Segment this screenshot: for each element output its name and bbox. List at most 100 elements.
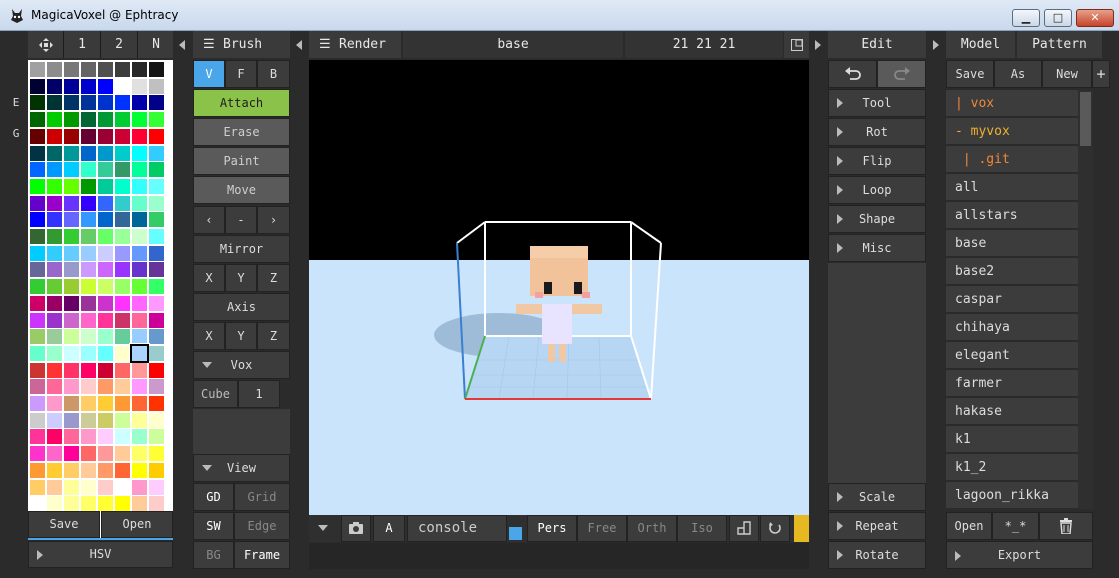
- file-list-item[interactable]: farmer: [946, 370, 1078, 397]
- palette-swatch[interactable]: [149, 462, 164, 478]
- palette-swatch[interactable]: [30, 295, 45, 311]
- palette-swatch[interactable]: [47, 312, 62, 328]
- 3d-viewport[interactable]: [309, 60, 809, 515]
- palette-swatch[interactable]: [149, 496, 164, 512]
- mirror-z-button[interactable]: Z: [257, 264, 290, 292]
- palette-swatch[interactable]: [115, 396, 130, 411]
- nudge-right-button[interactable]: ›: [257, 206, 290, 234]
- palette-swatch[interactable]: [81, 145, 96, 161]
- palette-swatch[interactable]: [30, 95, 45, 111]
- palette-tab-2[interactable]: 2: [101, 31, 137, 58]
- palette-swatch[interactable]: [30, 396, 45, 411]
- palette-swatch[interactable]: [132, 95, 147, 111]
- palette-swatch[interactable]: [47, 462, 62, 478]
- palette-swatch[interactable]: [30, 229, 45, 244]
- redo-button[interactable]: [877, 60, 926, 88]
- palette-swatch[interactable]: [115, 145, 130, 161]
- mirror-x-button[interactable]: X: [193, 264, 225, 292]
- palette-swatch[interactable]: [30, 496, 45, 512]
- palette-swatch[interactable]: [149, 245, 164, 261]
- palette-swatch[interactable]: [98, 229, 113, 244]
- palette-swatch[interactable]: [81, 479, 96, 495]
- nudge-minus-button[interactable]: -: [225, 206, 257, 234]
- palette-swatch[interactable]: [132, 429, 147, 445]
- mode-face-button[interactable]: F: [225, 60, 257, 88]
- palette-swatch[interactable]: [149, 396, 164, 411]
- palette-swatch[interactable]: [30, 329, 45, 345]
- palette-swatch[interactable]: [81, 312, 96, 328]
- mode-box-button[interactable]: B: [257, 60, 290, 88]
- palette-swatch[interactable]: [30, 462, 45, 478]
- projection-free-button[interactable]: Free: [577, 515, 627, 542]
- palette-swatch[interactable]: [47, 195, 62, 211]
- palette-swatch[interactable]: [149, 212, 164, 228]
- edit-item-tool[interactable]: Tool: [828, 89, 926, 117]
- palette-swatch[interactable]: [98, 396, 113, 411]
- palette-swatch[interactable]: [64, 162, 79, 178]
- palette-swatch[interactable]: [132, 212, 147, 228]
- palette-swatch[interactable]: [47, 145, 62, 161]
- resize-button[interactable]: [784, 31, 809, 58]
- palette-swatch[interactable]: [81, 95, 96, 111]
- palette-swatch[interactable]: [47, 62, 62, 77]
- projection-iso-button[interactable]: Iso: [677, 515, 727, 542]
- palette-swatch[interactable]: [64, 112, 79, 128]
- edit-item-misc[interactable]: Misc: [828, 234, 926, 262]
- close-button[interactable]: ✕: [1076, 9, 1114, 27]
- palette-swatch[interactable]: [47, 479, 62, 495]
- palette-swatch[interactable]: [149, 279, 164, 295]
- palette-swatch[interactable]: [149, 178, 164, 194]
- palette-swatch[interactable]: [47, 362, 62, 378]
- palette-swatch[interactable]: [115, 229, 130, 244]
- palette-swatch[interactable]: [115, 262, 130, 278]
- model-name-field[interactable]: base: [403, 31, 623, 58]
- palette-swatch[interactable]: [115, 479, 130, 495]
- palette-tab-n[interactable]: N: [138, 31, 174, 58]
- attach-button[interactable]: Attach: [193, 89, 290, 117]
- palette-swatch[interactable]: [47, 329, 62, 345]
- palette-swatch[interactable]: [30, 195, 45, 211]
- palette-swatch[interactable]: [115, 178, 130, 194]
- palette-swatch[interactable]: [81, 262, 96, 278]
- palette-swatch[interactable]: [115, 95, 130, 111]
- color-palette-grid[interactable]: [28, 60, 173, 538]
- edit-item-loop[interactable]: Loop: [828, 176, 926, 204]
- palette-swatch[interactable]: [47, 212, 62, 228]
- palette-swatch[interactable]: [115, 62, 130, 77]
- axis-z-button[interactable]: Z: [257, 322, 290, 350]
- move-button[interactable]: Move: [193, 176, 290, 204]
- palette-swatch[interactable]: [98, 178, 113, 194]
- palette-swatch[interactable]: [47, 112, 62, 128]
- palette-swatch[interactable]: [98, 379, 113, 395]
- palette-swatch[interactable]: [132, 279, 147, 295]
- palette-swatch[interactable]: [81, 195, 96, 211]
- palette-swatch[interactable]: [115, 362, 130, 378]
- palette-swatch[interactable]: [132, 412, 147, 428]
- palette-swatch[interactable]: [47, 162, 62, 178]
- palette-swatch[interactable]: [47, 262, 62, 278]
- hsv-toggle[interactable]: HSV: [28, 541, 173, 568]
- palette-swatch[interactable]: [47, 229, 62, 244]
- model-new-button[interactable]: New: [1042, 60, 1092, 88]
- reset-camera-button[interactable]: [760, 515, 790, 542]
- palette-swatch[interactable]: [64, 62, 79, 77]
- console-input[interactable]: console: [407, 515, 507, 542]
- palette-swatch[interactable]: [81, 62, 96, 77]
- palette-swatch[interactable]: [98, 245, 113, 261]
- file-list-item[interactable]: allstars: [946, 202, 1078, 229]
- palette-swatch[interactable]: [98, 95, 113, 111]
- screenshot-button[interactable]: [341, 515, 371, 542]
- edit-item-scale[interactable]: Scale: [828, 483, 926, 511]
- palette-swatch[interactable]: [132, 178, 147, 194]
- palette-swatch[interactable]: [64, 345, 79, 361]
- file-list-item[interactable]: caspar: [946, 286, 1078, 313]
- gd-toggle[interactable]: GD: [193, 483, 234, 511]
- model-dimensions-field[interactable]: 21 21 21: [625, 31, 783, 58]
- pattern-button[interactable]: *_*: [992, 512, 1039, 540]
- palette-swatch[interactable]: [30, 312, 45, 328]
- palette-swatch[interactable]: [98, 462, 113, 478]
- expand-edit-icon[interactable]: [815, 40, 821, 50]
- palette-swatch[interactable]: [132, 145, 147, 161]
- palette-swatch[interactable]: [81, 429, 96, 445]
- palette-save-button[interactable]: Save: [28, 511, 100, 538]
